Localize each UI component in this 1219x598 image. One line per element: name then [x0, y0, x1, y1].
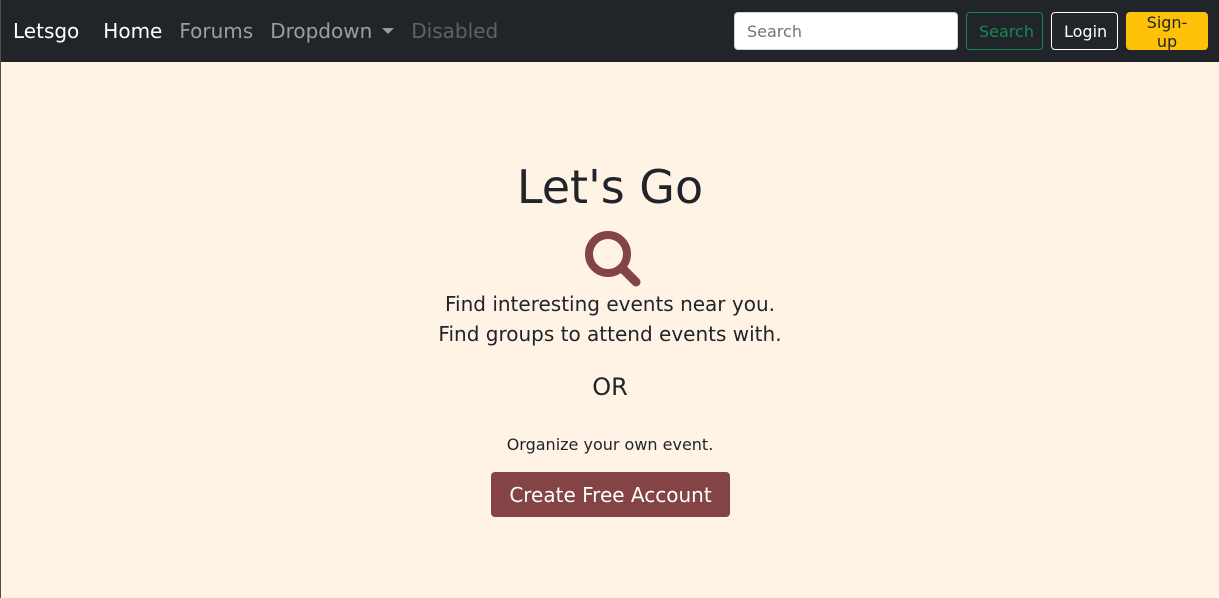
- nav-link-forums[interactable]: Forums: [179, 19, 253, 43]
- caret-down-icon: [382, 28, 395, 34]
- hero-tagline-groups: Find groups to attend events with.: [438, 322, 782, 346]
- login-button[interactable]: Login: [1051, 12, 1118, 50]
- signup-button[interactable]: Sign-up: [1126, 12, 1208, 51]
- nav-link-disabled: Disabled: [411, 19, 499, 43]
- hero-organize-text: Organize your own event.: [506, 435, 714, 454]
- brand-logo[interactable]: Letsgo: [13, 19, 79, 43]
- search-icon: [585, 231, 641, 287]
- hero-title: Let's Go: [516, 160, 704, 214]
- navbar-actions: Search Login Sign-up: [734, 12, 1208, 51]
- hero-tagline-events: Find interesting events near you.: [444, 292, 775, 316]
- create-free-account-button[interactable]: Create Free Account: [491, 472, 730, 517]
- nav-link-dropdown-label: Dropdown: [270, 19, 373, 43]
- nav-link-dropdown[interactable]: Dropdown: [270, 19, 395, 43]
- search-input[interactable]: [734, 12, 958, 50]
- search-button[interactable]: Search: [966, 12, 1043, 50]
- hero-or-divider: OR: [592, 373, 628, 401]
- nav-link-home[interactable]: Home: [103, 19, 162, 43]
- top-navbar: Letsgo Home Forums Dropdown Disabled Sea…: [1, 0, 1219, 62]
